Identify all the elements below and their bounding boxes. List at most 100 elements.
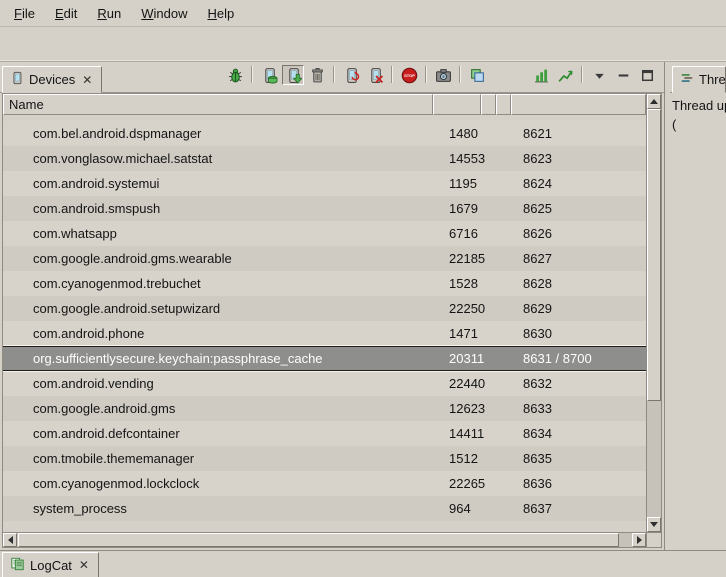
minimize-icon[interactable] [612, 65, 634, 85]
threads-tabbar: Threads ✕ [670, 62, 726, 93]
devices-toolbar: STOP [224, 65, 664, 89]
update-threads-icon[interactable] [340, 65, 362, 85]
column-header-pid[interactable] [433, 94, 481, 115]
menu-run[interactable]: Run [87, 2, 131, 25]
column-header-port[interactable] [511, 94, 646, 115]
logcat-tab-icon [10, 557, 25, 574]
stop-process-icon[interactable]: STOP [398, 65, 420, 85]
tab-devices[interactable]: Devices ✕ [2, 66, 102, 93]
process-name: com.vonglasow.michael.satstat [3, 151, 433, 166]
threads-message-line1: Thread up [672, 96, 724, 115]
process-pid: 6716 [433, 226, 481, 241]
device-process-row[interactable]: com.cyanogenmod.trebuchet15288628 [3, 271, 646, 296]
system-info-icon[interactable] [466, 65, 488, 85]
maximize-icon[interactable] [636, 65, 658, 85]
process-name: com.google.android.gms [3, 401, 433, 416]
column-header-blank1[interactable] [481, 94, 496, 115]
process-table: Name com.bel.android.dspmanager14808621c… [2, 93, 662, 548]
close-icon[interactable]: ✕ [77, 558, 91, 572]
horizontal-scrollbar[interactable] [3, 533, 646, 547]
device-process-row[interactable]: com.bel.android.dspmanager14808621 [3, 121, 646, 146]
menu-help[interactable]: Help [197, 2, 244, 25]
device-tab-icon [10, 71, 24, 88]
device-process-row[interactable]: com.android.vending22440 8632 [3, 371, 646, 396]
process-pid: 1679 [433, 201, 481, 216]
device-process-row[interactable]: com.android.systemui1195 8624 [3, 171, 646, 196]
svg-text:STOP: STOP [404, 73, 415, 78]
update-heap-icon[interactable] [258, 65, 280, 85]
process-port: 8626 [511, 226, 646, 241]
column-header-blank2[interactable] [496, 94, 511, 115]
threads-tab-label: Threads [699, 72, 726, 87]
down-arrow-icon [650, 522, 658, 527]
menu-file[interactable]: File [4, 2, 45, 25]
process-port: 8627 [511, 251, 646, 266]
devices-panel: Devices ✕ STOP Name com.be [0, 62, 665, 550]
device-process-row[interactable]: com.cyanogenmod.lockclock222658636 [3, 471, 646, 496]
scroll-left-button[interactable] [3, 533, 17, 547]
process-pid: 14411 [433, 426, 481, 441]
tab-logcat[interactable]: LogCat ✕ [2, 552, 99, 577]
process-port: 8632 [511, 376, 646, 391]
process-name: com.google.android.gms.wearable [3, 251, 433, 266]
process-pid: 14553 [433, 151, 481, 166]
method-profiling-icon[interactable] [364, 65, 386, 85]
device-process-row[interactable]: com.android.smspush16798625 [3, 196, 646, 221]
device-process-row[interactable]: com.android.phone14718630 [3, 321, 646, 346]
scroll-up-button[interactable] [647, 94, 661, 109]
dump-hprof-icon[interactable] [282, 65, 304, 85]
process-name: com.cyanogenmod.trebuchet [3, 276, 433, 291]
scroll-down-button[interactable] [647, 517, 661, 532]
debug-icon[interactable] [224, 65, 246, 85]
device-process-row[interactable]: com.google.android.gms126238633 [3, 396, 646, 421]
process-pid: 1195 [433, 176, 481, 191]
vertical-scroll-thumb[interactable] [647, 109, 661, 401]
process-pid: 22440 [433, 376, 481, 391]
toolbar-separator [251, 66, 252, 83]
view-menu-icon[interactable] [588, 65, 610, 85]
device-process-row[interactable]: com.google.android.gms.wearable22185 8627 [3, 246, 646, 271]
process-pid: 20311 [433, 351, 481, 366]
process-pid: 22185 [433, 251, 481, 266]
main-toolbar-strip [0, 27, 726, 62]
close-icon[interactable]: ✕ [80, 73, 94, 87]
device-process-row[interactable]: org.sufficientlysecure.keychain:passphra… [3, 346, 646, 371]
process-name: com.android.smspush [3, 201, 433, 216]
scroll-right-button[interactable] [632, 533, 646, 547]
device-process-row[interactable]: com.google.android.setupwizard222508629 [3, 296, 646, 321]
screen-capture-icon[interactable] [432, 65, 454, 85]
process-port: 8633 [511, 401, 646, 416]
column-header-name[interactable]: Name [3, 94, 433, 115]
column-chart-icon[interactable] [530, 65, 552, 85]
tab-threads[interactable]: Threads ✕ [672, 66, 726, 93]
process-pid: 1528 [433, 276, 481, 291]
horizontal-scroll-thumb[interactable] [18, 533, 619, 547]
vertical-scrollbar[interactable] [646, 94, 661, 532]
toolbar-spacer [490, 75, 528, 76]
process-name: com.android.vending [3, 376, 433, 391]
menu-edit[interactable]: Edit [45, 2, 87, 25]
threads-message-line2: ( [672, 115, 724, 134]
menu-window[interactable]: Window [131, 2, 197, 25]
device-process-row[interactable]: com.vonglasow.michael.satstat14553 8623 [3, 146, 646, 171]
process-pid: 22265 [433, 476, 481, 491]
device-process-row[interactable]: com.tmobile.thememanager15128635 [3, 446, 646, 471]
process-name: com.android.phone [3, 326, 433, 341]
toolbar-separator [425, 66, 426, 83]
line-chart-icon[interactable] [554, 65, 576, 85]
toolbar-separator [459, 66, 460, 83]
cause-gc-icon[interactable] [306, 65, 328, 85]
device-process-row[interactable]: system_process9648637 [3, 496, 646, 521]
up-arrow-icon [650, 99, 658, 104]
process-port: 8624 [511, 176, 646, 191]
devices-tabbar: Devices ✕ STOP [0, 62, 664, 93]
process-name: com.bel.android.dspmanager [3, 126, 433, 141]
device-process-row[interactable]: com.whatsapp67168626 [3, 221, 646, 246]
scrollbar-corner [646, 533, 661, 547]
process-pid: 964 [433, 501, 481, 516]
process-name: com.android.systemui [3, 176, 433, 191]
threads-panel: Threads ✕ Thread up ( [670, 62, 726, 550]
process-port: 8623 [511, 151, 646, 166]
device-process-row[interactable]: com.android.defcontainer144118634 [3, 421, 646, 446]
menubar: FileEditRunWindowHelp [0, 0, 726, 27]
